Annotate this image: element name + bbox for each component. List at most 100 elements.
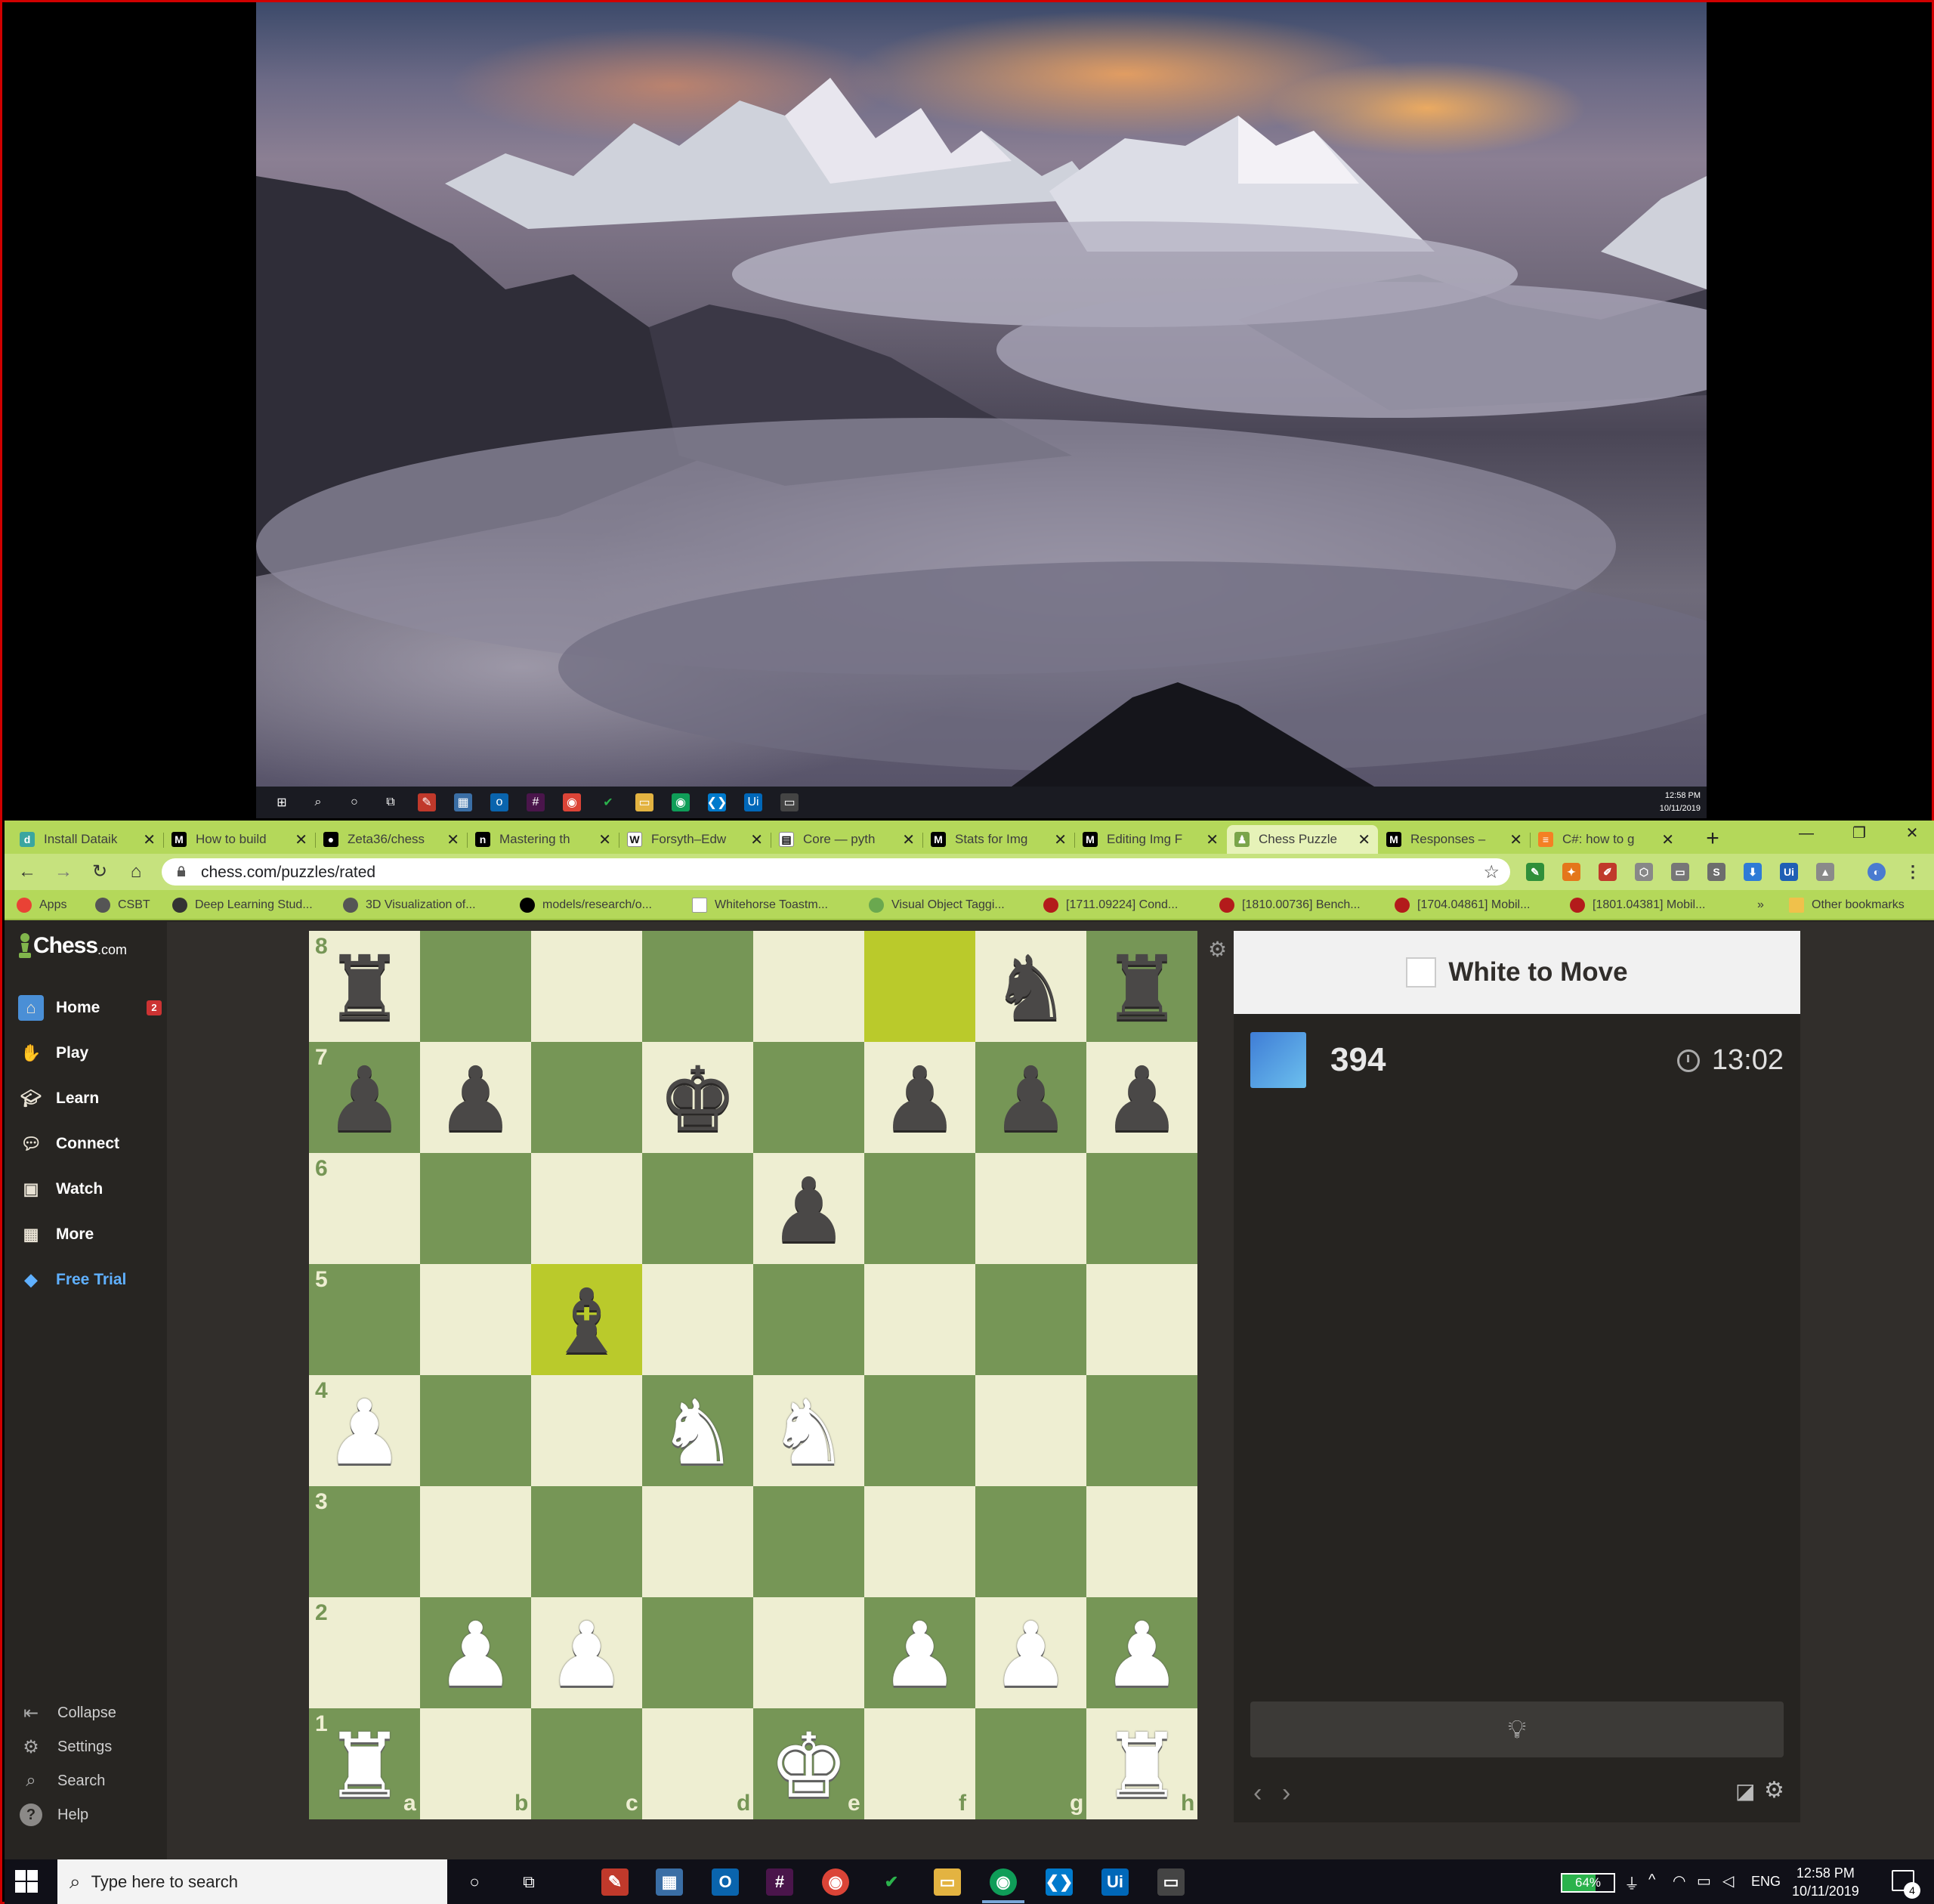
minimize-button[interactable]: — xyxy=(1780,821,1833,848)
uipath-extension-icon[interactable]: Ui xyxy=(1780,863,1798,881)
tab[interactable]: M Responses – ✕ xyxy=(1379,825,1530,854)
tab[interactable]: M Editing Img F ✕ xyxy=(1075,825,1226,854)
forward-button[interactable]: → xyxy=(51,860,76,884)
tab[interactable]: ≡ C#: how to g ✕ xyxy=(1531,825,1682,854)
taskbar-clock[interactable]: 12:58 PM 10/11/2019 xyxy=(1792,1864,1859,1900)
vscode-icon[interactable]: ❮❯ xyxy=(1046,1868,1073,1896)
store-icon[interactable]: ▦ xyxy=(454,793,472,811)
black-rook-piece[interactable]: ♜ xyxy=(1086,932,1197,1043)
tray-expand-chevron-icon[interactable]: ^ xyxy=(1648,1872,1655,1889)
sidebar-bottom-settings[interactable]: ⚙ Settings xyxy=(20,1734,112,1760)
square-h6[interactable] xyxy=(1086,1153,1197,1264)
bookmark-item[interactable]: models/research/o... xyxy=(520,896,652,914)
taskbar-search-box[interactable]: ⌕ Type here to search xyxy=(57,1859,447,1904)
reload-button[interactable]: ↻ xyxy=(88,860,112,884)
black-rook-piece[interactable]: ♜ xyxy=(309,932,420,1043)
square-b5[interactable] xyxy=(420,1264,531,1375)
square-g4[interactable] xyxy=(975,1375,1086,1486)
square-e2[interactable] xyxy=(753,1597,864,1708)
slack-icon[interactable]: # xyxy=(527,793,545,811)
square-f5[interactable] xyxy=(864,1264,975,1375)
tab[interactable]: M How to build ✕ xyxy=(164,825,315,854)
square-g3[interactable] xyxy=(975,1486,1086,1597)
tab-close-icon[interactable]: ✕ xyxy=(143,830,156,849)
bookmark-item[interactable]: Apps xyxy=(17,896,66,914)
search-icon[interactable]: ⌕ xyxy=(309,793,327,811)
bookmark-item[interactable]: CSBT xyxy=(95,896,150,914)
square-c6[interactable] xyxy=(531,1153,642,1264)
sidebar-item-free-trial[interactable]: ◆ Free Trial xyxy=(18,1265,162,1295)
restore-button[interactable]: ❐ xyxy=(1833,821,1886,848)
tab-close-icon[interactable]: ✕ xyxy=(295,830,307,849)
terminal-icon[interactable]: ▭ xyxy=(780,793,799,811)
sidebar-bottom-help[interactable]: ? Help xyxy=(20,1802,88,1828)
black-pawn-piece[interactable]: ♟ xyxy=(420,1043,531,1154)
tab-close-icon[interactable]: ✕ xyxy=(446,830,459,849)
terminal-icon[interactable]: ▭ xyxy=(1157,1868,1185,1896)
paint-icon[interactable]: ✎ xyxy=(418,793,436,811)
white-knight-piece[interactable]: ♞ xyxy=(642,1377,753,1488)
square-e7[interactable] xyxy=(753,1042,864,1153)
black-pawn-piece[interactable]: ♟ xyxy=(975,1043,1086,1154)
white-pawn-piece[interactable]: ♟ xyxy=(864,1599,975,1710)
sidebar-item-play[interactable]: ✋ Play xyxy=(18,1038,162,1068)
hexagon-extension-icon[interactable]: ⬡ xyxy=(1635,863,1653,881)
evernote-icon[interactable]: ✎ xyxy=(1526,863,1544,881)
battery-indicator[interactable]: 64% xyxy=(1561,1873,1615,1893)
tab-close-icon[interactable]: ✕ xyxy=(902,830,915,849)
square-b3[interactable] xyxy=(420,1486,531,1597)
vscode-icon[interactable]: ❮❯ xyxy=(707,793,727,811)
square-d5[interactable] xyxy=(642,1264,753,1375)
square-g6[interactable] xyxy=(975,1153,1086,1264)
url-text[interactable]: chess.com/puzzles/rated xyxy=(201,864,375,882)
black-bishop-piece[interactable]: ♝ xyxy=(531,1266,642,1377)
outlook-icon[interactable]: O xyxy=(712,1868,739,1896)
chessboard[interactable]: 8 7 6 5 4 3 2 1 a b c d e f g h ♜ ♞ ♜ ♟ ♟ ♚ ♟ ♟ ♟ ♟ ♝ ♟ ♞ ♞ ♟ ♟ ♟ ♟ ♟ ♜ ♚ ♜ xyxy=(309,931,1197,1819)
tab[interactable]: d Install Dataik ✕ xyxy=(12,825,163,854)
white-pawn-piece[interactable]: ♟ xyxy=(531,1599,642,1710)
task-view-icon[interactable]: ⧉ xyxy=(515,1868,542,1896)
sidebar-bottom-collapse[interactable]: ⇤ Collapse xyxy=(20,1700,116,1726)
home-button[interactable]: ⌂ xyxy=(124,860,148,884)
square-f4[interactable] xyxy=(864,1375,975,1486)
black-king-piece[interactable]: ♚ xyxy=(642,1043,753,1154)
square-c7[interactable] xyxy=(531,1042,642,1153)
square-e3[interactable] xyxy=(753,1486,864,1597)
square-f6[interactable] xyxy=(864,1153,975,1264)
analysis-board-icon[interactable]: ◪ xyxy=(1735,1779,1755,1804)
tab-active[interactable]: ♟ Chess Puzzle ✕ xyxy=(1227,825,1378,854)
bookmark-item[interactable]: 3D Visualization of... xyxy=(343,896,476,914)
close-window-button[interactable]: ✕ xyxy=(1886,821,1934,848)
black-pawn-piece[interactable]: ♟ xyxy=(864,1043,975,1154)
square-f8[interactable] xyxy=(864,931,975,1042)
square-c8[interactable] xyxy=(531,931,642,1042)
download-extension-icon[interactable]: ⬇ xyxy=(1744,863,1762,881)
tick-icon[interactable]: ✔ xyxy=(878,1868,905,1896)
black-pawn-piece[interactable]: ♟ xyxy=(309,1043,420,1154)
next-move-chevron-icon[interactable]: › xyxy=(1282,1779,1290,1808)
tab[interactable]: W Forsyth–Edw ✕ xyxy=(619,825,771,854)
white-knight-piece[interactable]: ♞ xyxy=(753,1377,864,1488)
slack-icon[interactable]: # xyxy=(766,1868,793,1896)
sidebar-bottom-search[interactable]: ⌕ Search xyxy=(20,1768,105,1794)
white-pawn-piece[interactable]: ♟ xyxy=(420,1599,531,1710)
board-settings-gear-icon[interactable]: ⚙ xyxy=(1208,937,1227,962)
white-rook-piece[interactable]: ♜ xyxy=(309,1710,420,1821)
uipath-icon[interactable]: Ui xyxy=(744,793,762,811)
outlook-icon[interactable]: o xyxy=(490,793,508,811)
square-b6[interactable] xyxy=(420,1153,531,1264)
square-d3[interactable] xyxy=(642,1486,753,1597)
square-f3[interactable] xyxy=(864,1486,975,1597)
tick-icon[interactable]: ✔ xyxy=(599,793,617,811)
sidebar-item-connect[interactable]: 💬︎ Connect xyxy=(18,1129,162,1159)
bookmark-item[interactable]: [1810.00736] Bench... xyxy=(1219,896,1361,914)
cortana-icon[interactable]: ○ xyxy=(345,793,363,811)
device-icon[interactable]: ▭ xyxy=(1697,1872,1711,1890)
profile-avatar[interactable]: ◐ xyxy=(1868,863,1886,881)
square-d8[interactable] xyxy=(642,931,753,1042)
tab-close-icon[interactable]: ✕ xyxy=(1206,830,1219,849)
folder-icon[interactable]: ▭ xyxy=(635,793,653,811)
bookmark-item[interactable]: [1704.04861] Mobil... xyxy=(1395,896,1530,914)
speaker-icon[interactable]: ◁ xyxy=(1722,1872,1734,1890)
chrome-icon[interactable]: ◉ xyxy=(822,1868,849,1896)
